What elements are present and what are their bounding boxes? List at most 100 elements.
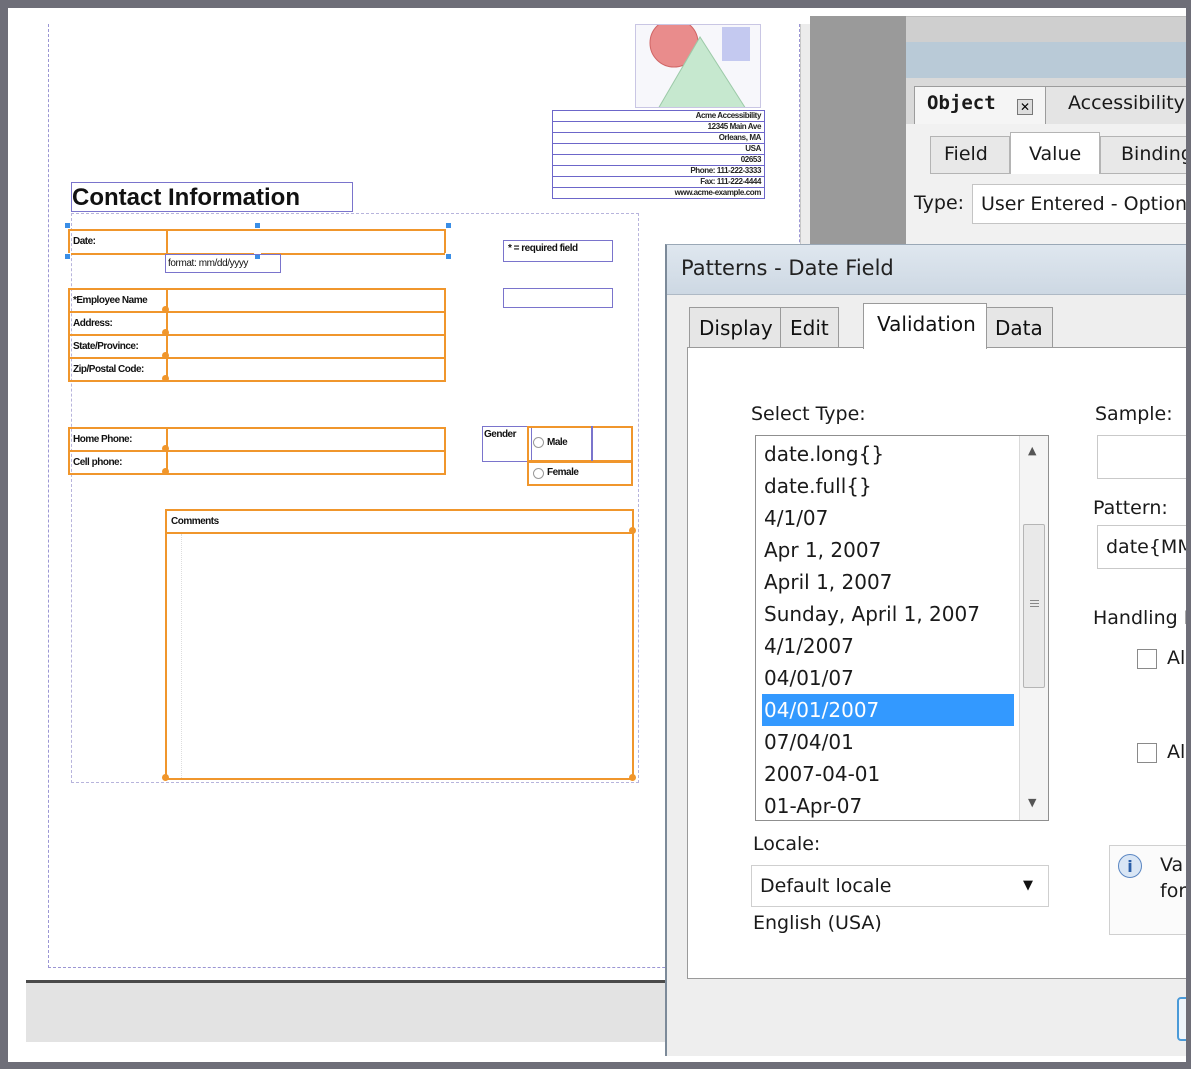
subtab-field[interactable]: Field [930,136,1010,174]
radio-divider [591,426,593,462]
list-item[interactable]: Apr 1, 2007 [762,534,1014,566]
tab-display[interactable]: Display [689,307,783,347]
locale-select[interactable]: Default locale ▼ [751,865,1049,907]
scroll-down-icon[interactable]: ▼ [1028,796,1036,809]
close-icon[interactable]: ✕ [1017,99,1033,115]
handling-label: Handling Empty Input [1093,607,1191,629]
gender-caption[interactable]: Gender [482,426,532,462]
dialog-titlebar: Patterns - Date Field [667,245,1191,295]
section-title-box[interactable]: Contact Information [71,182,353,212]
female-radio-field[interactable]: Female [527,461,633,486]
list-item[interactable]: date.long{} [762,438,1014,470]
address-field[interactable]: Address: [68,311,446,336]
tab-data[interactable]: Data [985,307,1053,347]
caption-divider [166,229,168,255]
list-item[interactable]: 2007-04-01 [762,758,1014,790]
comments-caption[interactable]: Comments [165,509,634,534]
patterns-dialog: Patterns - Date Field Display Edit Valid… [665,244,1191,1056]
allow-empty-checkbox[interactable] [1137,649,1157,669]
sample-label: Sample: [1095,403,1173,425]
selection-handle[interactable] [445,222,452,229]
address-line[interactable]: Orleans, MA [552,132,765,143]
logo-image[interactable] [635,24,761,108]
male-radio-field[interactable]: Male [527,426,633,462]
tab-edit[interactable]: Edit [780,307,839,347]
cell-phone-label: Cell phone: [73,457,122,468]
selection-handle[interactable] [64,253,71,260]
address-line[interactable]: Phone: 111-222-3333 [552,165,765,176]
selection-handle[interactable] [254,222,261,229]
pattern-field[interactable]: date{MM/DD/YYYY} [1097,525,1191,569]
type-select-value: User Entered - Optional [981,193,1191,215]
type-listbox[interactable]: date.long{} date.full{} 4/1/07 Apr 1, 20… [755,435,1049,821]
list-item[interactable]: date.full{} [762,470,1014,502]
address-label: Address: [73,318,113,329]
info-text-line-1: Va [1160,854,1184,876]
home-phone-field[interactable]: Home Phone: [68,427,446,452]
list-item[interactable]: 4/1/2007 [762,630,1014,662]
list-item[interactable]: Sunday, April 1, 2007 [762,598,1014,630]
empty-text-box[interactable] [503,288,613,308]
address-line[interactable]: 12345 Main Ave [552,121,765,132]
list-item[interactable]: 04/01/07 [762,662,1014,694]
state-field[interactable]: State/Province: [68,334,446,359]
anchor-dot [162,352,169,359]
sample-field[interactable] [1097,435,1191,479]
employee-name-label: *Employee Name [73,295,148,306]
anchor-dot [629,774,636,781]
employee-name-field[interactable]: *Employee Name [68,288,446,313]
address-line[interactable]: USA [552,143,765,154]
selection-handle[interactable] [445,253,452,260]
comments-field[interactable] [165,532,634,780]
date-field[interactable]: Date: [68,229,446,255]
address-line[interactable]: www.acme-example.com [552,187,765,199]
address-line[interactable]: 02653 [552,154,765,165]
panel-titlebar [906,42,1191,78]
address-line[interactable]: Fax: 111-222-4444 [552,176,765,187]
anchor-dot [162,306,169,313]
anchor-dot [162,375,169,382]
zip-label: Zip/Postal Code: [73,364,144,375]
list-item[interactable]: 01-Apr-07 [762,790,1014,822]
required-note[interactable]: * = required field [503,240,613,262]
zip-field[interactable]: Zip/Postal Code: [68,357,446,382]
tab-validation-label: Validation [877,312,976,336]
list-item-selected[interactable]: 04/01/2007 [762,694,1014,726]
list-scrollbar[interactable]: ▲ ▼ [1019,436,1048,820]
address-line[interactable]: Acme Accessibility [552,110,765,121]
type-select[interactable]: User Entered - Optional [972,184,1191,224]
info-icon: i [1118,854,1142,878]
tab-object[interactable]: Object ✕ [914,86,1046,124]
subtab-value[interactable]: Value [1010,132,1100,174]
dialog-title: Patterns - Date Field [681,256,894,280]
list-item[interactable]: 4/1/07 [762,502,1014,534]
comments-label: Comments [171,516,219,527]
selection-handle[interactable] [64,222,71,229]
female-radio-button[interactable] [533,468,544,479]
panel-toolbar [906,16,1191,42]
subtab-binding[interactable]: Binding [1100,136,1191,174]
status-strip [26,980,686,1042]
screen-frame [0,1062,1191,1069]
male-radio-button[interactable] [533,437,544,448]
chevron-down-icon[interactable]: ▼ [1023,878,1033,893]
tab-accessibility[interactable]: Accessibility [1046,86,1191,124]
scroll-thumb[interactable] [1023,524,1045,688]
pattern-label: Pattern: [1093,497,1168,519]
locale-select-value: Default locale [760,875,892,897]
tab-display-label: Display [699,316,773,340]
cell-phone-field[interactable]: Cell phone: [68,450,446,475]
locale-detail: English (USA) [753,912,882,934]
grip-icon [1030,600,1039,601]
list-item[interactable]: 07/04/01 [762,726,1014,758]
list-item[interactable]: April 1, 2007 [762,566,1014,598]
screen-frame [1186,0,1191,1069]
allow-any-checkbox[interactable] [1137,743,1157,763]
tab-accessibility-label: Accessibility [1068,92,1185,114]
anchor-dot [162,468,169,475]
tab-validation[interactable]: Validation [863,303,987,349]
scroll-up-icon[interactable]: ▲ [1028,444,1036,457]
pattern-field-value: date{MM/DD/YYYY} [1106,536,1191,558]
date-format-hint[interactable]: format: mm/dd/yyyy [165,254,281,273]
required-note-text: * = required field [508,243,578,254]
